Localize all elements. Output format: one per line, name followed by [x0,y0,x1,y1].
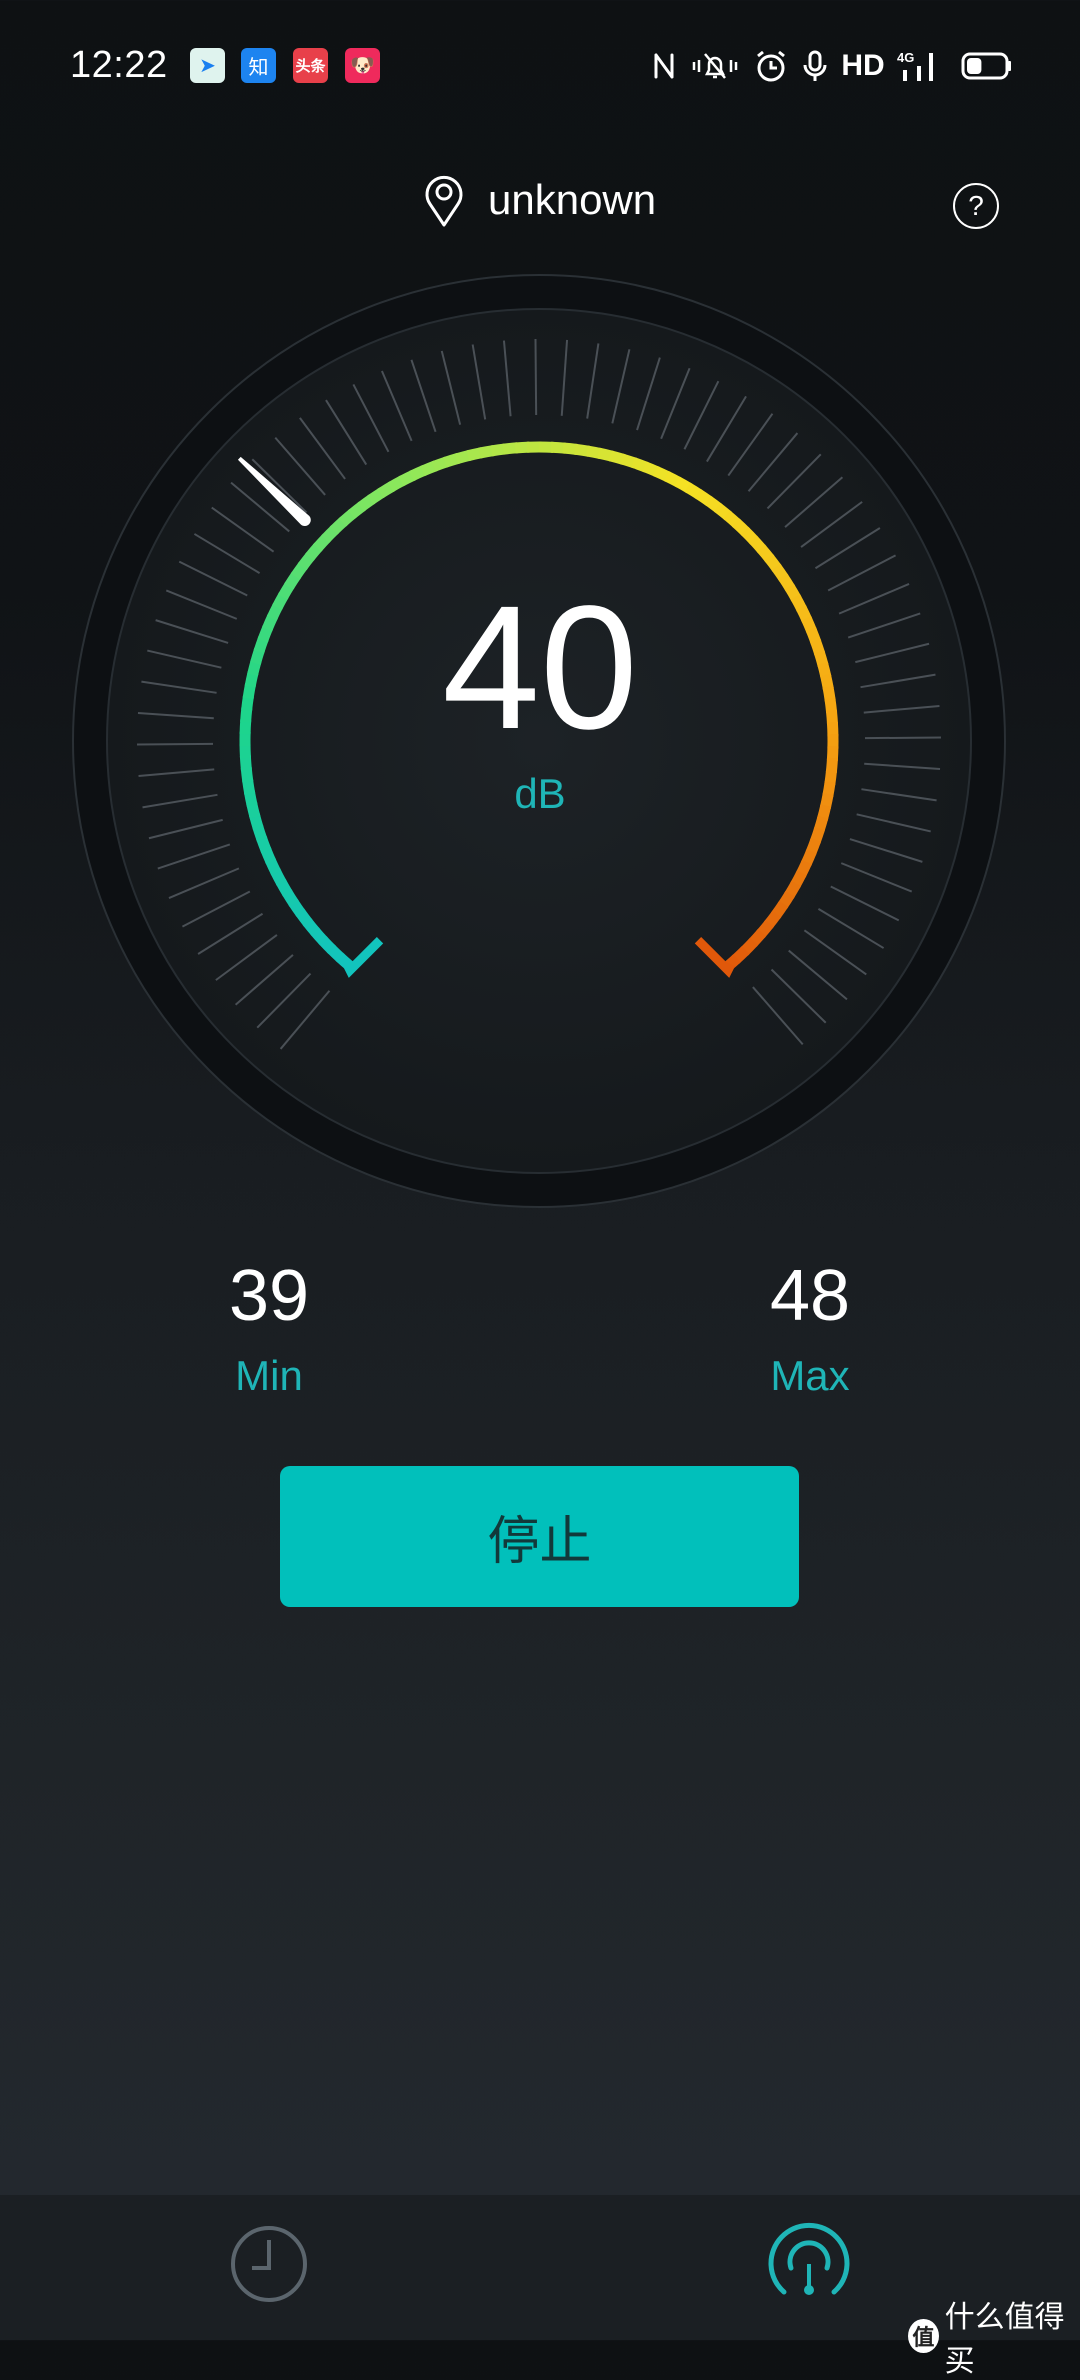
watermark-text: 什么值得买 [945,2292,1080,2380]
watermark-logo: 值 [908,2319,939,2353]
max-value: 48 [710,1255,910,1337]
min-label: Min [169,1352,369,1400]
watermark: 值 什么值得买 [908,2292,1080,2380]
tab-history[interactable] [227,2222,311,2306]
max-label: Max [710,1352,910,1400]
stop-button[interactable]: 停止 [280,1466,799,1607]
gauge-tick [865,737,941,738]
gauge-tick [137,744,213,745]
tab-meter[interactable] [767,2222,851,2306]
db-unit-label: dB [440,770,640,818]
gauge-meter-icon [767,2222,851,2306]
gauge-tick [535,339,536,415]
current-db-value: 40 [340,580,740,756]
min-value: 39 [169,1255,369,1337]
clock-history-icon [227,2222,311,2306]
